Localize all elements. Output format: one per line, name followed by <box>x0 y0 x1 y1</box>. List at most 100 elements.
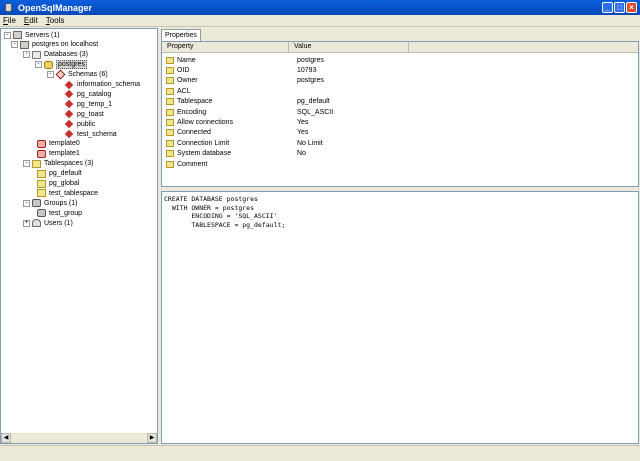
property-name: Comment <box>177 160 208 168</box>
property-value: postgres <box>297 56 324 64</box>
tree-horizontal-scrollbar[interactable]: ◀ ▶ <box>1 433 157 443</box>
collapse-toggle-icon[interactable]: - <box>35 61 42 69</box>
scroll-left-button[interactable]: ◀ <box>1 433 11 443</box>
property-row[interactable]: System database No <box>162 149 638 159</box>
close-button[interactable]: × <box>626 2 637 13</box>
tree-node[interactable]: - Groups (1) <box>23 198 77 208</box>
collapse-toggle-icon[interactable]: - <box>4 31 11 39</box>
menu-bar: File Edit Tools <box>0 15 640 27</box>
scroll-right-button[interactable]: ▶ <box>147 433 157 443</box>
tree-node-label: pg_global <box>49 180 80 187</box>
schema-icon <box>64 90 74 99</box>
column-header-property[interactable]: Property <box>162 42 289 52</box>
tree-node[interactable]: test_schema <box>62 129 117 139</box>
folder-icon <box>37 179 46 188</box>
tree-node[interactable]: pg_global <box>35 179 79 189</box>
server-icon <box>13 31 22 39</box>
property-row[interactable]: OID 10793 <box>162 65 638 75</box>
tree-node[interactable]: - postgres on localhost <box>11 40 98 50</box>
property-icon <box>166 56 174 64</box>
tab-properties[interactable]: Properties <box>161 29 201 41</box>
database-red-icon <box>37 139 46 148</box>
status-bar <box>0 445 640 461</box>
tree-node-label: template0 <box>49 140 80 148</box>
tree-node-label: information_schema <box>77 81 141 88</box>
property-name: Connected <box>177 129 211 137</box>
sql-line: CREATE DATABASE postgres <box>164 195 258 203</box>
property-row[interactable]: Encoding SQL_ASCII <box>162 107 638 117</box>
tree-node-label: pg_temp_1 <box>77 100 113 108</box>
folder-icon <box>37 169 46 178</box>
sql-line: WITH OWNER = postgres <box>164 203 255 212</box>
sql-line: TABLESPACE = pg_default; <box>164 220 286 229</box>
property-row[interactable]: Owner postgres <box>162 76 638 86</box>
property-row[interactable]: Tablespace pg_default <box>162 97 638 107</box>
tree-node[interactable]: - Databases (3) <box>23 50 88 60</box>
maximize-button[interactable]: □ <box>614 2 625 13</box>
tree-node-label: test_tablespace <box>49 189 99 197</box>
properties-grid: Property Value Name postgres OID 10793 Owner… <box>161 41 639 187</box>
tree-node-label: pg_toast <box>77 110 104 118</box>
tree-node-label: Groups (1) <box>44 199 78 207</box>
window-title: OpenSqlManager <box>18 2 93 13</box>
tree-node-label: template1 <box>49 150 80 158</box>
tree-node-label: Servers (1) <box>25 31 60 39</box>
collapse-toggle-icon[interactable]: - <box>23 160 30 168</box>
column-header-value[interactable]: Value <box>289 42 409 52</box>
tree-node[interactable]: test_tablespace <box>35 188 98 198</box>
property-icon <box>166 108 174 116</box>
tree-node[interactable]: - Servers (1) <box>4 30 60 40</box>
expand-toggle-icon[interactable]: + <box>23 219 30 227</box>
tablespaces-icon <box>32 159 41 168</box>
tree-node-label: Databases (3) <box>44 51 88 59</box>
object-tree[interactable]: - Servers (1) - postgres on localhost - Datab… <box>0 28 158 444</box>
property-icon <box>166 98 174 106</box>
tree-node-label: postgres on localhost <box>32 41 99 49</box>
tree-node-label: public <box>77 120 96 128</box>
property-value: postgres <box>297 77 324 85</box>
tree-node[interactable]: public <box>62 119 95 129</box>
property-value: Yes <box>297 119 309 127</box>
property-row[interactable]: Comment <box>162 159 638 169</box>
property-row[interactable]: Name postgres <box>162 55 638 65</box>
property-icon <box>166 150 174 158</box>
property-name: Encoding <box>177 108 207 116</box>
menu-file[interactable]: File <box>3 16 16 25</box>
property-name: System database <box>177 150 232 158</box>
property-name: Owner <box>177 77 198 85</box>
minimize-button[interactable]: _ <box>602 2 613 13</box>
tree-node-label: test_schema <box>77 130 117 138</box>
collapse-toggle-icon[interactable]: - <box>47 71 54 79</box>
tree-node[interactable]: pg_toast <box>62 109 104 119</box>
tree-node[interactable]: test_group <box>35 208 82 218</box>
folder-icon <box>37 189 46 198</box>
tree-node[interactable]: - postgres <box>35 60 87 70</box>
property-icon <box>166 119 174 127</box>
tree-node[interactable]: pg_default <box>35 169 82 179</box>
collapse-toggle-icon[interactable]: - <box>11 41 18 49</box>
tree-node[interactable]: template1 <box>35 149 80 159</box>
property-name: OID <box>177 67 190 75</box>
sql-pane[interactable]: CREATE DATABASE postgres WITH OWNER = po… <box>161 191 639 444</box>
collapse-toggle-icon[interactable]: - <box>23 51 30 59</box>
tree-node[interactable]: - Schemas (6) <box>47 69 108 80</box>
tree-node[interactable]: + Users (1) <box>23 218 73 228</box>
property-name: Connection Limit <box>177 139 230 147</box>
database-red-icon <box>37 149 46 158</box>
collapse-toggle-icon[interactable]: - <box>23 199 30 207</box>
property-row[interactable]: Allow connections Yes <box>162 117 638 127</box>
property-row[interactable]: Connected Yes <box>162 128 638 138</box>
tree-node-label: Users (1) <box>44 219 73 227</box>
tree-node[interactable]: pg_catalog <box>62 89 111 99</box>
menu-edit[interactable]: Edit <box>24 16 38 25</box>
tree-node-label: Tablespaces (3) <box>44 160 94 168</box>
tree-node[interactable]: pg_temp_1 <box>62 99 112 109</box>
tree-node[interactable]: information_schema <box>62 80 140 90</box>
tree-node[interactable]: - Tablespaces (3) <box>23 159 93 169</box>
property-name: Tablespace <box>177 98 213 106</box>
tree-node[interactable]: template0 <box>35 139 80 149</box>
users-icon <box>32 219 41 228</box>
property-row[interactable]: ACL <box>162 86 638 96</box>
property-row[interactable]: Connection Limit No Limit <box>162 138 638 148</box>
menu-tools[interactable]: Tools <box>46 16 65 25</box>
